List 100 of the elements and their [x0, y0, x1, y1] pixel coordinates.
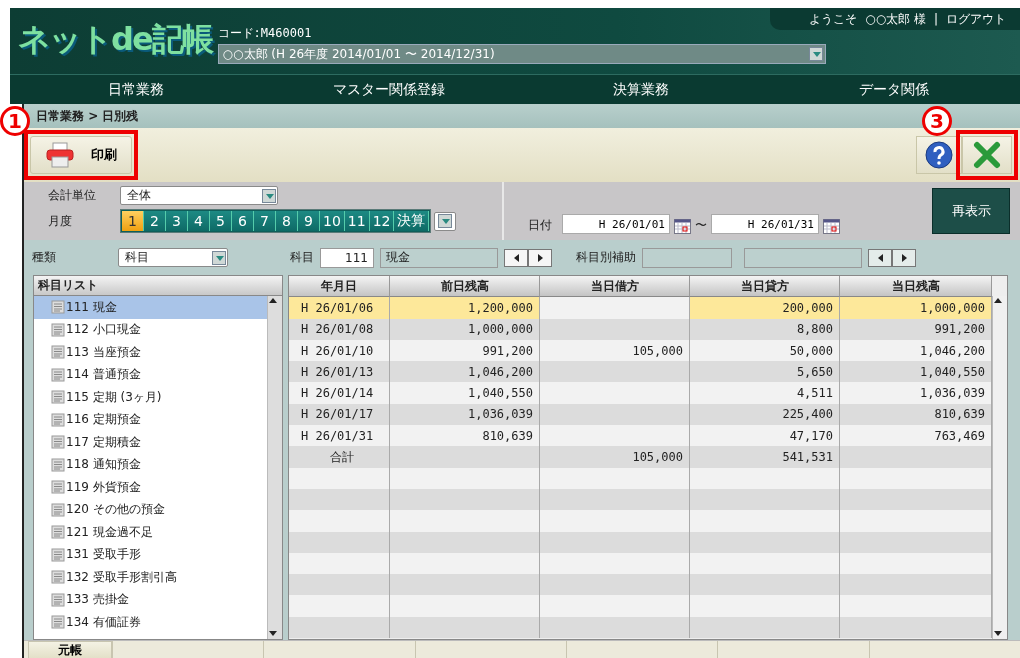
month-tab[interactable]: 12 — [369, 211, 395, 231]
document-icon — [51, 592, 65, 607]
logo: ネットde記帳 — [18, 19, 212, 60]
company-code: コード:M460001 — [217, 26, 313, 40]
month-tab[interactable]: 5 — [210, 211, 232, 231]
column-header: 年月日 — [289, 276, 390, 298]
document-icon — [51, 480, 65, 495]
table-cell: 991,200 — [840, 318, 992, 340]
up-arrow-icon — [268, 296, 278, 306]
kind-select[interactable]: 科目 — [118, 248, 228, 267]
menu-item[interactable]: 日常業務 — [108, 80, 165, 99]
month-tab[interactable]: 10 — [320, 211, 345, 231]
help-icon — [925, 141, 953, 169]
logout-link[interactable]: ログアウト — [946, 12, 1006, 26]
next-button[interactable] — [528, 248, 552, 267]
menu-item[interactable]: マスター関係登録 — [332, 80, 445, 99]
column-header: 当日貸方 — [690, 276, 840, 298]
next-button[interactable] — [892, 248, 916, 267]
field-label: 日付 — [528, 217, 552, 234]
callout-number: 3 — [922, 106, 952, 136]
month-tab[interactable]: 7 — [254, 211, 276, 231]
close-icon — [973, 141, 1001, 169]
highlight-frame — [956, 130, 1018, 180]
field-label: 科目 — [290, 249, 314, 266]
month-tab[interactable]: 9 — [298, 211, 320, 231]
table-cell: H 26/01/13 — [289, 361, 390, 383]
help-button[interactable] — [916, 136, 962, 174]
dropdown-caret-icon[interactable] — [262, 188, 276, 203]
document-icon — [51, 615, 65, 630]
month-tab[interactable]: 11 — [344, 211, 370, 231]
panel-title: 科目リスト — [34, 276, 282, 296]
month-tab[interactable]: 1 — [122, 211, 144, 231]
date-from-field[interactable]: H 26/01/01 — [562, 214, 670, 234]
menu-item[interactable]: データ関係 — [858, 80, 929, 99]
scrollbar[interactable] — [267, 296, 282, 639]
table-cell: 47,170 — [690, 425, 840, 447]
table-cell: H 26/01/14 — [289, 382, 390, 404]
column-header: 当日借方 — [540, 276, 690, 298]
document-icon — [51, 345, 65, 360]
table-cell: 8,800 — [690, 318, 840, 340]
previous-button[interactable] — [504, 248, 528, 267]
table-cell: 1,046,200 — [390, 361, 540, 383]
table-cell: 200,000 — [690, 297, 840, 319]
dropdown-caret-icon[interactable] — [808, 47, 823, 61]
column-header: 当日残高 — [840, 276, 992, 298]
user-name: ○○太郎 様 — [865, 12, 926, 26]
calendar-icon[interactable] — [674, 219, 691, 234]
sub-account-field[interactable] — [642, 247, 732, 268]
month-tab[interactable]: 2 — [144, 211, 166, 231]
table-cell: 1,200,000 — [390, 297, 540, 319]
field-label: 種類 — [32, 249, 57, 266]
field-label: 科目別補助 — [576, 249, 636, 266]
field-label: 月度 — [48, 212, 73, 230]
table-cell: H 26/01/08 — [289, 318, 390, 340]
document-icon — [51, 322, 65, 337]
month-tab[interactable]: 4 — [188, 211, 210, 231]
table-cell: 105,000 — [540, 339, 690, 362]
bottom-tab[interactable]: 元帳 — [28, 641, 112, 658]
document-icon — [51, 502, 65, 517]
table-cell: 105,000 — [540, 446, 690, 468]
table-cell: 541,531 — [690, 446, 840, 468]
month-tab[interactable]: 6 — [232, 211, 254, 231]
document-icon — [51, 300, 65, 315]
menu-item[interactable]: 決算業務 — [613, 80, 670, 99]
separator: | — [933, 12, 938, 26]
table-cell: 1,036,039 — [390, 403, 540, 426]
month-tab[interactable]: 3 — [166, 211, 188, 231]
refresh-button[interactable]: 再表示 — [932, 188, 1010, 234]
table-cell: 1,000,000 — [390, 318, 540, 340]
subject-code-field[interactable]: 111 — [320, 247, 374, 268]
period-select[interactable]: ○○太郎 (H 26年度 2014/01/01 〜 2014/12/31) — [217, 44, 826, 64]
table-cell: 810,639 — [840, 403, 992, 426]
table-cell: H 26/01/10 — [289, 339, 390, 362]
document-icon — [51, 435, 65, 450]
document-icon — [51, 457, 65, 472]
table-cell: 225,400 — [690, 403, 840, 426]
table-cell: H 26/01/17 — [289, 403, 390, 426]
calendar-icon[interactable] — [823, 219, 840, 234]
table-cell: 5,650 — [690, 361, 840, 383]
printer-icon — [45, 142, 75, 168]
previous-button[interactable] — [868, 248, 892, 267]
document-icon — [51, 525, 65, 540]
document-icon — [51, 390, 65, 405]
table-cell: 1,040,550 — [390, 382, 540, 404]
date-to-field[interactable]: H 26/01/31 — [711, 214, 819, 234]
dropdown-caret-icon[interactable] — [212, 250, 226, 265]
up-arrow-icon — [993, 296, 1003, 306]
welcome-text: ようこそ — [809, 12, 858, 26]
account-item[interactable]: 111 現金 — [34, 296, 267, 319]
table-cell: 1,040,550 — [840, 361, 992, 383]
table-cell: 1,046,200 — [840, 339, 992, 362]
left-arrow-icon — [876, 252, 884, 263]
range-tilde: 〜 — [695, 217, 707, 234]
document-icon — [51, 547, 65, 562]
table-cell: 1,036,039 — [840, 382, 992, 404]
month-tab[interactable]: 決算 — [394, 211, 430, 231]
right-arrow-icon — [900, 252, 908, 263]
month-tab[interactable]: 8 — [276, 211, 298, 231]
unit-select[interactable]: 全体 — [120, 186, 278, 205]
print-button[interactable]: 印刷 — [30, 136, 132, 174]
